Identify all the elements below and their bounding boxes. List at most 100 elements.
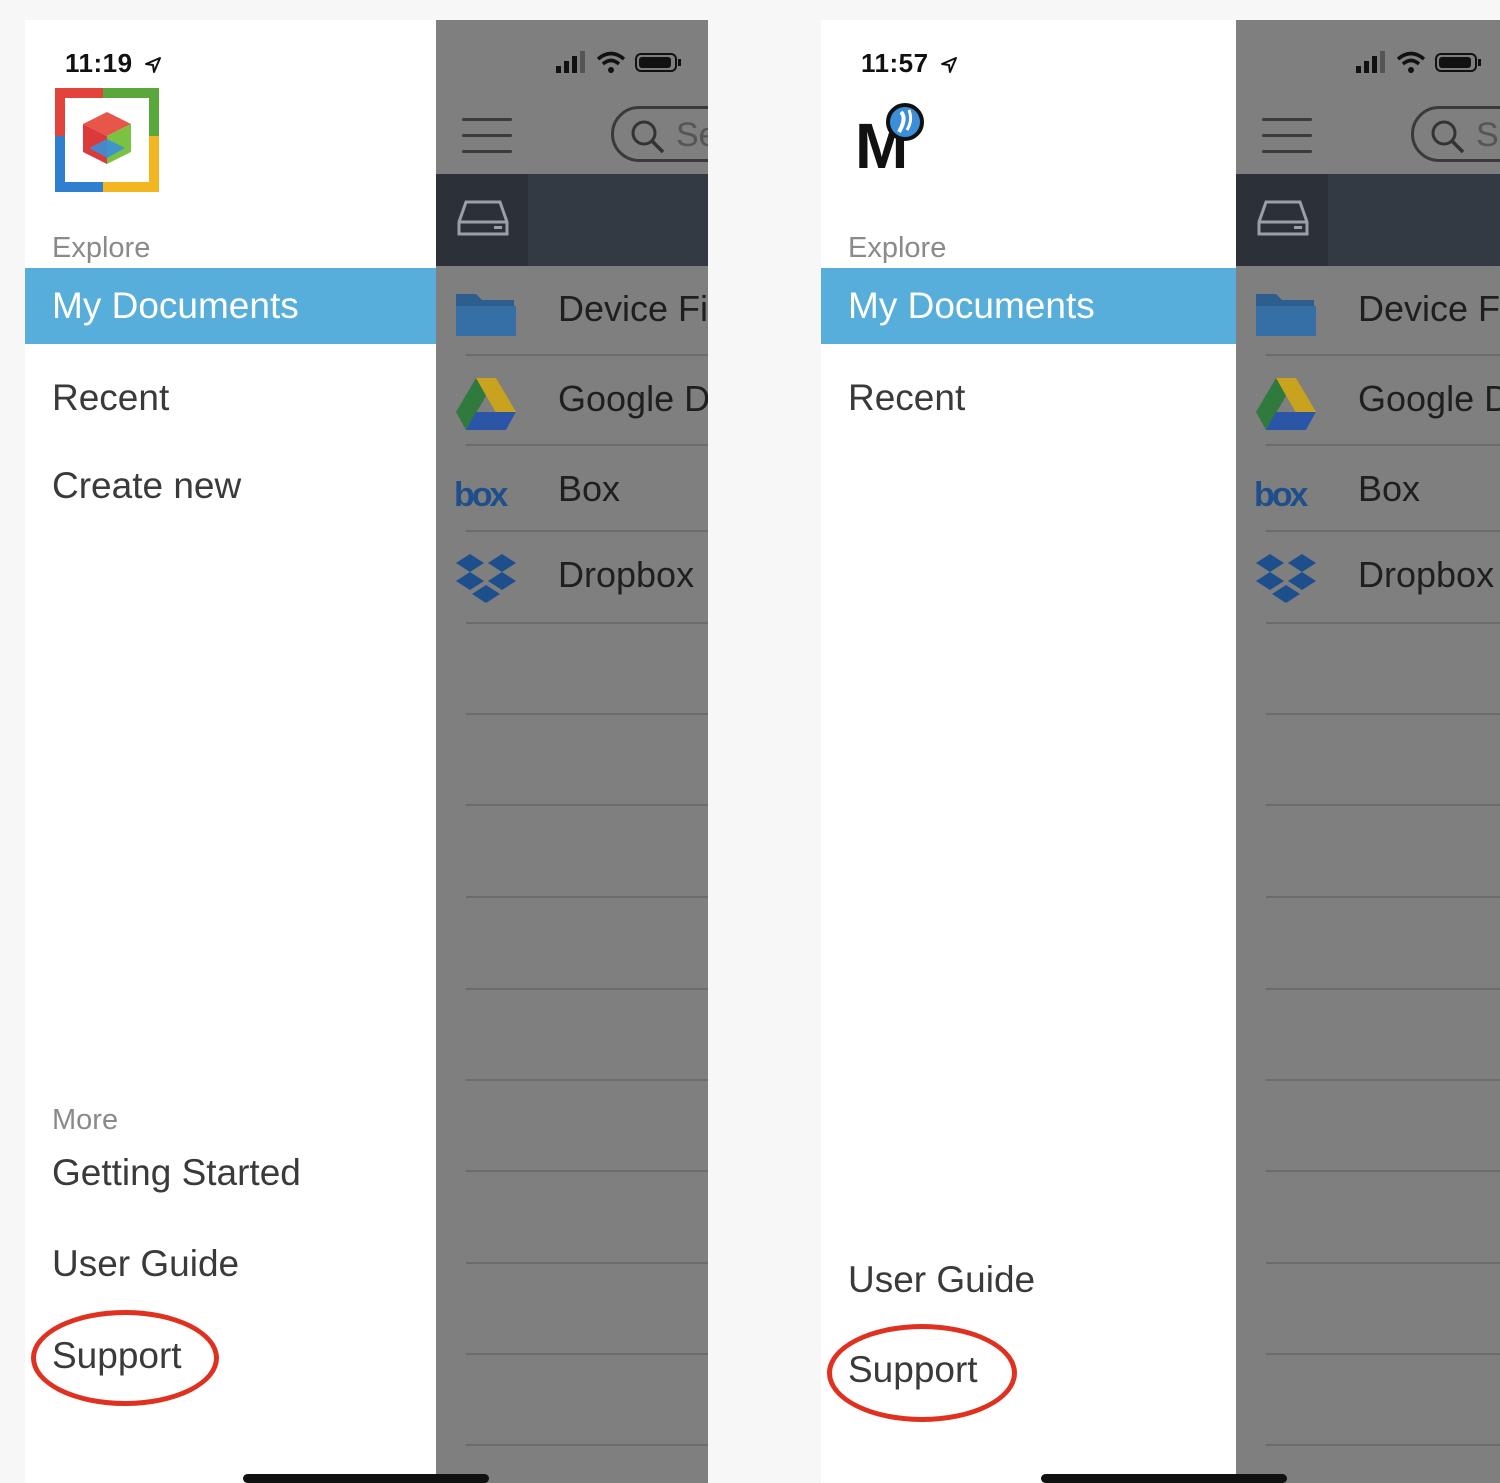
svg-text:box: box [454, 476, 509, 514]
file-sources-panel: Se Device Fi Google D box Box Dropbox [1236, 20, 1500, 1483]
row-divider [466, 1079, 708, 1081]
row-divider [1266, 896, 1500, 898]
source-row-google-drive[interactable]: Google D [1236, 358, 1500, 448]
menu-item-user-guide[interactable]: User Guide [821, 1242, 1236, 1318]
home-indicator [243, 1474, 489, 1483]
menu-item-user-guide[interactable]: User Guide [25, 1226, 436, 1302]
folder-icon [1256, 294, 1316, 336]
row-divider [1266, 1353, 1500, 1355]
row-divider [466, 622, 708, 624]
device-storage-tab[interactable] [436, 174, 528, 266]
row-divider [1266, 1170, 1500, 1172]
drive-icon [457, 200, 509, 236]
row-divider [1266, 804, 1500, 806]
file-sources-panel: Se Device Fil Google D box Box Dropbox [436, 20, 708, 1483]
svg-text:box: box [1254, 476, 1309, 514]
search-icon [631, 120, 665, 154]
menu-item-support[interactable]: Support [25, 1318, 436, 1394]
search-placeholder: Se [676, 116, 708, 154]
row-divider [1266, 444, 1500, 446]
search-icon [1431, 120, 1465, 154]
more-section-label: More [52, 1104, 119, 1136]
signal-icon [1356, 51, 1385, 73]
row-divider [466, 1262, 708, 1264]
menu-item-support[interactable]: Support [821, 1332, 1236, 1408]
menu-item-recent[interactable]: Recent [25, 360, 436, 436]
row-divider [466, 896, 708, 898]
folder-icon [456, 294, 516, 336]
row-divider [466, 354, 708, 356]
phone-screen-right: 11:57 M i Explore My Documents Recent Us… [821, 20, 1500, 1483]
source-name: Google D [558, 378, 708, 419]
row-divider [466, 804, 708, 806]
source-row-google-drive[interactable]: Google D [436, 358, 708, 448]
explore-section-label: Explore [848, 232, 947, 264]
search-placeholder: Se [1476, 116, 1500, 154]
hamburger-icon[interactable] [1262, 118, 1312, 154]
device-storage-tab[interactable] [1236, 174, 1328, 266]
source-name: Dropbox [558, 554, 695, 595]
battery-icon [1435, 53, 1481, 72]
search-input[interactable]: Se [611, 106, 708, 162]
google-drive-icon [1256, 378, 1316, 430]
wifi-icon [1396, 51, 1426, 73]
menu-item-my-documents[interactable]: My Documents [25, 268, 436, 344]
source-row-device-files[interactable]: Device Fi [1236, 268, 1500, 358]
source-name: Google D [1358, 378, 1500, 419]
status-time: 11:57 [861, 48, 958, 79]
search-input[interactable]: Se [1411, 106, 1500, 162]
status-icons [1356, 51, 1481, 73]
app-logo-icon [55, 88, 159, 192]
row-divider [1266, 622, 1500, 624]
storage-source-bar [1236, 174, 1500, 266]
source-name: Device Fi [1358, 288, 1500, 329]
source-name: Box [1358, 468, 1421, 509]
hamburger-icon[interactable] [462, 118, 512, 154]
source-name: Dropbox [1358, 554, 1495, 595]
google-drive-icon [456, 378, 516, 430]
source-row-device-files[interactable]: Device Fil [436, 268, 708, 358]
row-divider [1266, 1079, 1500, 1081]
row-divider [466, 1444, 708, 1446]
storage-source-bar [436, 174, 708, 266]
explore-section-label: Explore [52, 232, 151, 264]
status-icons [556, 51, 681, 73]
row-divider [466, 444, 708, 446]
box-icon: box [1254, 476, 1312, 514]
row-divider [466, 988, 708, 990]
row-divider [1266, 713, 1500, 715]
wifi-icon [596, 51, 626, 73]
source-name: Box [558, 468, 621, 509]
row-divider [466, 1353, 708, 1355]
row-divider [466, 1170, 708, 1172]
status-time: 11:19 [65, 48, 162, 79]
dropbox-icon [1256, 554, 1316, 603]
menu-item-recent[interactable]: Recent [821, 360, 1236, 436]
source-row-box[interactable]: box Box [436, 448, 708, 538]
row-divider [1266, 354, 1500, 356]
row-divider [1266, 988, 1500, 990]
battery-icon [635, 53, 681, 72]
menu-item-getting-started[interactable]: Getting Started [25, 1135, 436, 1211]
dropbox-icon [456, 554, 516, 603]
side-menu: 11:57 M i Explore My Documents Recent Us… [821, 20, 1236, 1483]
location-arrow-icon [145, 57, 162, 74]
source-row-box[interactable]: box Box [1236, 448, 1500, 538]
menu-item-my-documents[interactable]: My Documents [821, 268, 1236, 344]
box-icon: box [454, 476, 512, 514]
svg-text:i: i [895, 138, 904, 174]
home-indicator [1041, 1474, 1287, 1483]
menu-item-create-new[interactable]: Create new [25, 448, 436, 524]
row-divider [466, 713, 708, 715]
source-row-dropbox[interactable]: Dropbox [1236, 534, 1500, 624]
location-arrow-icon [941, 57, 958, 74]
phone-screen-left: 11:19 Explore My Documents Recent Create… [25, 20, 708, 1483]
row-divider [1266, 1444, 1500, 1446]
row-divider [466, 530, 708, 532]
row-divider [1266, 530, 1500, 532]
source-row-dropbox[interactable]: Dropbox [436, 534, 708, 624]
signal-icon [556, 51, 585, 73]
app-logo-icon: M i [855, 103, 924, 174]
source-name: Device Fil [558, 288, 708, 329]
row-divider [1266, 1262, 1500, 1264]
